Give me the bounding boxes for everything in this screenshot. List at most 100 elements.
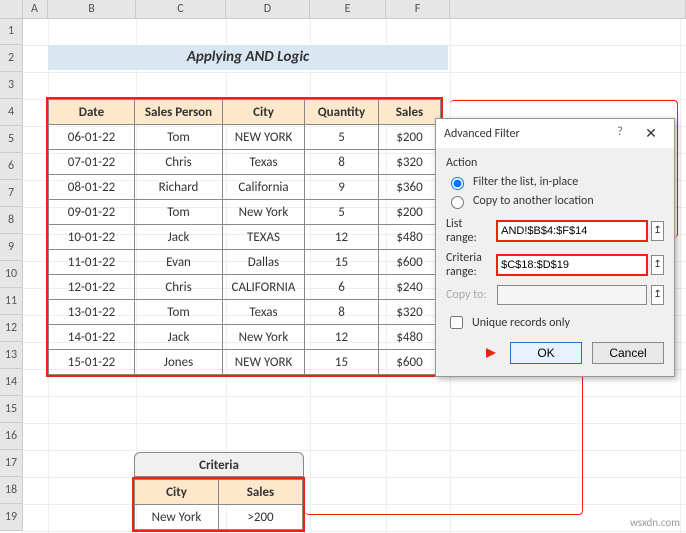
row-header-2[interactable]: 2 bbox=[0, 45, 22, 72]
row-header-6[interactable]: 6 bbox=[0, 153, 22, 180]
row-header-14[interactable]: 14 bbox=[0, 369, 22, 396]
radio-copy-location[interactable] bbox=[451, 196, 464, 209]
table-cell: Richard bbox=[135, 175, 223, 200]
crit-value-sales: >200 bbox=[219, 505, 303, 530]
table-cell: Chris bbox=[135, 275, 223, 300]
table-cell: 12-01-22 bbox=[49, 275, 135, 300]
advanced-filter-dialog: Advanced Filter ? ✕ Action Filter the li… bbox=[435, 118, 675, 377]
watermark: wsxdn.com bbox=[630, 516, 680, 529]
cancel-button[interactable]: Cancel bbox=[592, 342, 664, 364]
select-all-corner[interactable] bbox=[0, 0, 23, 19]
table-cell: Jack bbox=[135, 225, 223, 250]
table-cell: Tom bbox=[135, 200, 223, 225]
row-header-9[interactable]: 9 bbox=[0, 234, 22, 261]
page-title: Applying AND Logic bbox=[48, 45, 448, 70]
row-header-11[interactable]: 11 bbox=[0, 288, 22, 315]
radio-copy-label: Copy to another location bbox=[473, 194, 594, 208]
table-cell: Chris bbox=[135, 150, 223, 175]
table-cell: 9 bbox=[305, 175, 379, 200]
row-header-4[interactable]: 4 bbox=[0, 99, 22, 126]
table-cell: Tom bbox=[135, 300, 223, 325]
row-header-5[interactable]: 5 bbox=[0, 126, 22, 153]
crit-value-city: New York bbox=[135, 505, 219, 530]
unique-records-checkbox[interactable] bbox=[450, 316, 463, 329]
table-cell: $480 bbox=[379, 225, 441, 250]
row-header-17[interactable]: 17 bbox=[0, 450, 22, 477]
table-cell: $320 bbox=[379, 150, 441, 175]
table-cell: 5 bbox=[305, 200, 379, 225]
radio-filter-inplace[interactable] bbox=[451, 177, 464, 190]
radio-inplace-label: Filter the list, in-place bbox=[473, 175, 578, 189]
table-cell: TEXAS bbox=[223, 225, 305, 250]
copy-to-input bbox=[497, 285, 647, 305]
criteria-range-label: Criteria range: bbox=[446, 251, 493, 279]
table-cell: 11-01-22 bbox=[49, 250, 135, 275]
column-header-e[interactable]: E bbox=[310, 0, 386, 18]
table-cell: $360 bbox=[379, 175, 441, 200]
table-cell: NEW YORK bbox=[223, 350, 305, 375]
row-header-16[interactable]: 16 bbox=[0, 423, 22, 450]
criteria-range-input[interactable] bbox=[497, 255, 647, 275]
table-cell: 14-01-22 bbox=[49, 325, 135, 350]
action-label: Action bbox=[446, 156, 664, 170]
table-cell: New York bbox=[223, 325, 305, 350]
column-header-f[interactable]: F bbox=[386, 0, 450, 18]
table-header: City bbox=[223, 100, 305, 125]
table-cell: New York bbox=[223, 200, 305, 225]
table-cell: Evan bbox=[135, 250, 223, 275]
column-header-a[interactable]: A bbox=[22, 0, 48, 18]
row-header-3[interactable]: 3 bbox=[0, 72, 22, 99]
column-header-c[interactable]: C bbox=[136, 0, 226, 18]
copy-to-label: Copy to: bbox=[446, 288, 493, 302]
table-cell: 10-01-22 bbox=[49, 225, 135, 250]
unique-records-label: Unique records only bbox=[472, 316, 570, 330]
table-cell: 15-01-22 bbox=[49, 350, 135, 375]
column-header-d[interactable]: D bbox=[226, 0, 310, 18]
table-header: Sales bbox=[379, 100, 441, 125]
collapse-icon[interactable]: ↥ bbox=[651, 285, 664, 305]
table-cell: $200 bbox=[379, 200, 441, 225]
table-header: Sales Person bbox=[135, 100, 223, 125]
table-cell: Dallas bbox=[223, 250, 305, 275]
table-header: Quantity bbox=[305, 100, 379, 125]
ok-button[interactable]: OK bbox=[510, 342, 582, 364]
criteria-heading: Criteria bbox=[134, 452, 304, 477]
table-cell: $200 bbox=[379, 125, 441, 150]
collapse-icon[interactable]: ↥ bbox=[651, 255, 664, 275]
table-cell: 13-01-22 bbox=[49, 300, 135, 325]
row-header-13[interactable]: 13 bbox=[0, 342, 22, 369]
table-cell: 5 bbox=[305, 125, 379, 150]
row-header-18[interactable]: 18 bbox=[0, 477, 22, 504]
table-cell: Jones bbox=[135, 350, 223, 375]
row-header-7[interactable]: 7 bbox=[0, 180, 22, 207]
table-row: 08-01-22RichardCalifornia9$360 bbox=[49, 175, 441, 200]
row-header-15[interactable]: 15 bbox=[0, 396, 22, 423]
help-button[interactable]: ? bbox=[610, 125, 630, 142]
crit-header-sales: Sales bbox=[219, 480, 303, 505]
table-cell: California bbox=[223, 175, 305, 200]
row-header-1[interactable]: 1 bbox=[0, 18, 22, 45]
row-headers: 12345678910111213141516171819 bbox=[0, 18, 23, 531]
collapse-icon[interactable]: ↥ bbox=[651, 221, 664, 241]
row-header-8[interactable]: 8 bbox=[0, 207, 22, 234]
table-row: 06-01-22TomNEW YORK5$200 bbox=[49, 125, 441, 150]
table-cell: NEW YORK bbox=[223, 125, 305, 150]
table-cell: Tom bbox=[135, 125, 223, 150]
row-header-12[interactable]: 12 bbox=[0, 315, 22, 342]
close-icon[interactable]: ✕ bbox=[636, 125, 666, 142]
table-cell: 06-01-22 bbox=[49, 125, 135, 150]
column-header-b[interactable]: B bbox=[48, 0, 136, 18]
table-cell: 09-01-22 bbox=[49, 200, 135, 225]
table-cell: Texas bbox=[223, 300, 305, 325]
table-row: 10-01-22JackTEXAS12$480 bbox=[49, 225, 441, 250]
table-cell: 08-01-22 bbox=[49, 175, 135, 200]
row-header-10[interactable]: 10 bbox=[0, 261, 22, 288]
criteria-table: City Sales New York >200 bbox=[134, 479, 303, 530]
list-range-label: List range: bbox=[446, 217, 493, 245]
list-range-input[interactable] bbox=[497, 221, 647, 241]
table-cell: Jack bbox=[135, 325, 223, 350]
table-cell: 07-01-22 bbox=[49, 150, 135, 175]
row-header-19[interactable]: 19 bbox=[0, 504, 22, 531]
dialog-title: Advanced Filter bbox=[444, 127, 520, 141]
table-cell: Texas bbox=[223, 150, 305, 175]
